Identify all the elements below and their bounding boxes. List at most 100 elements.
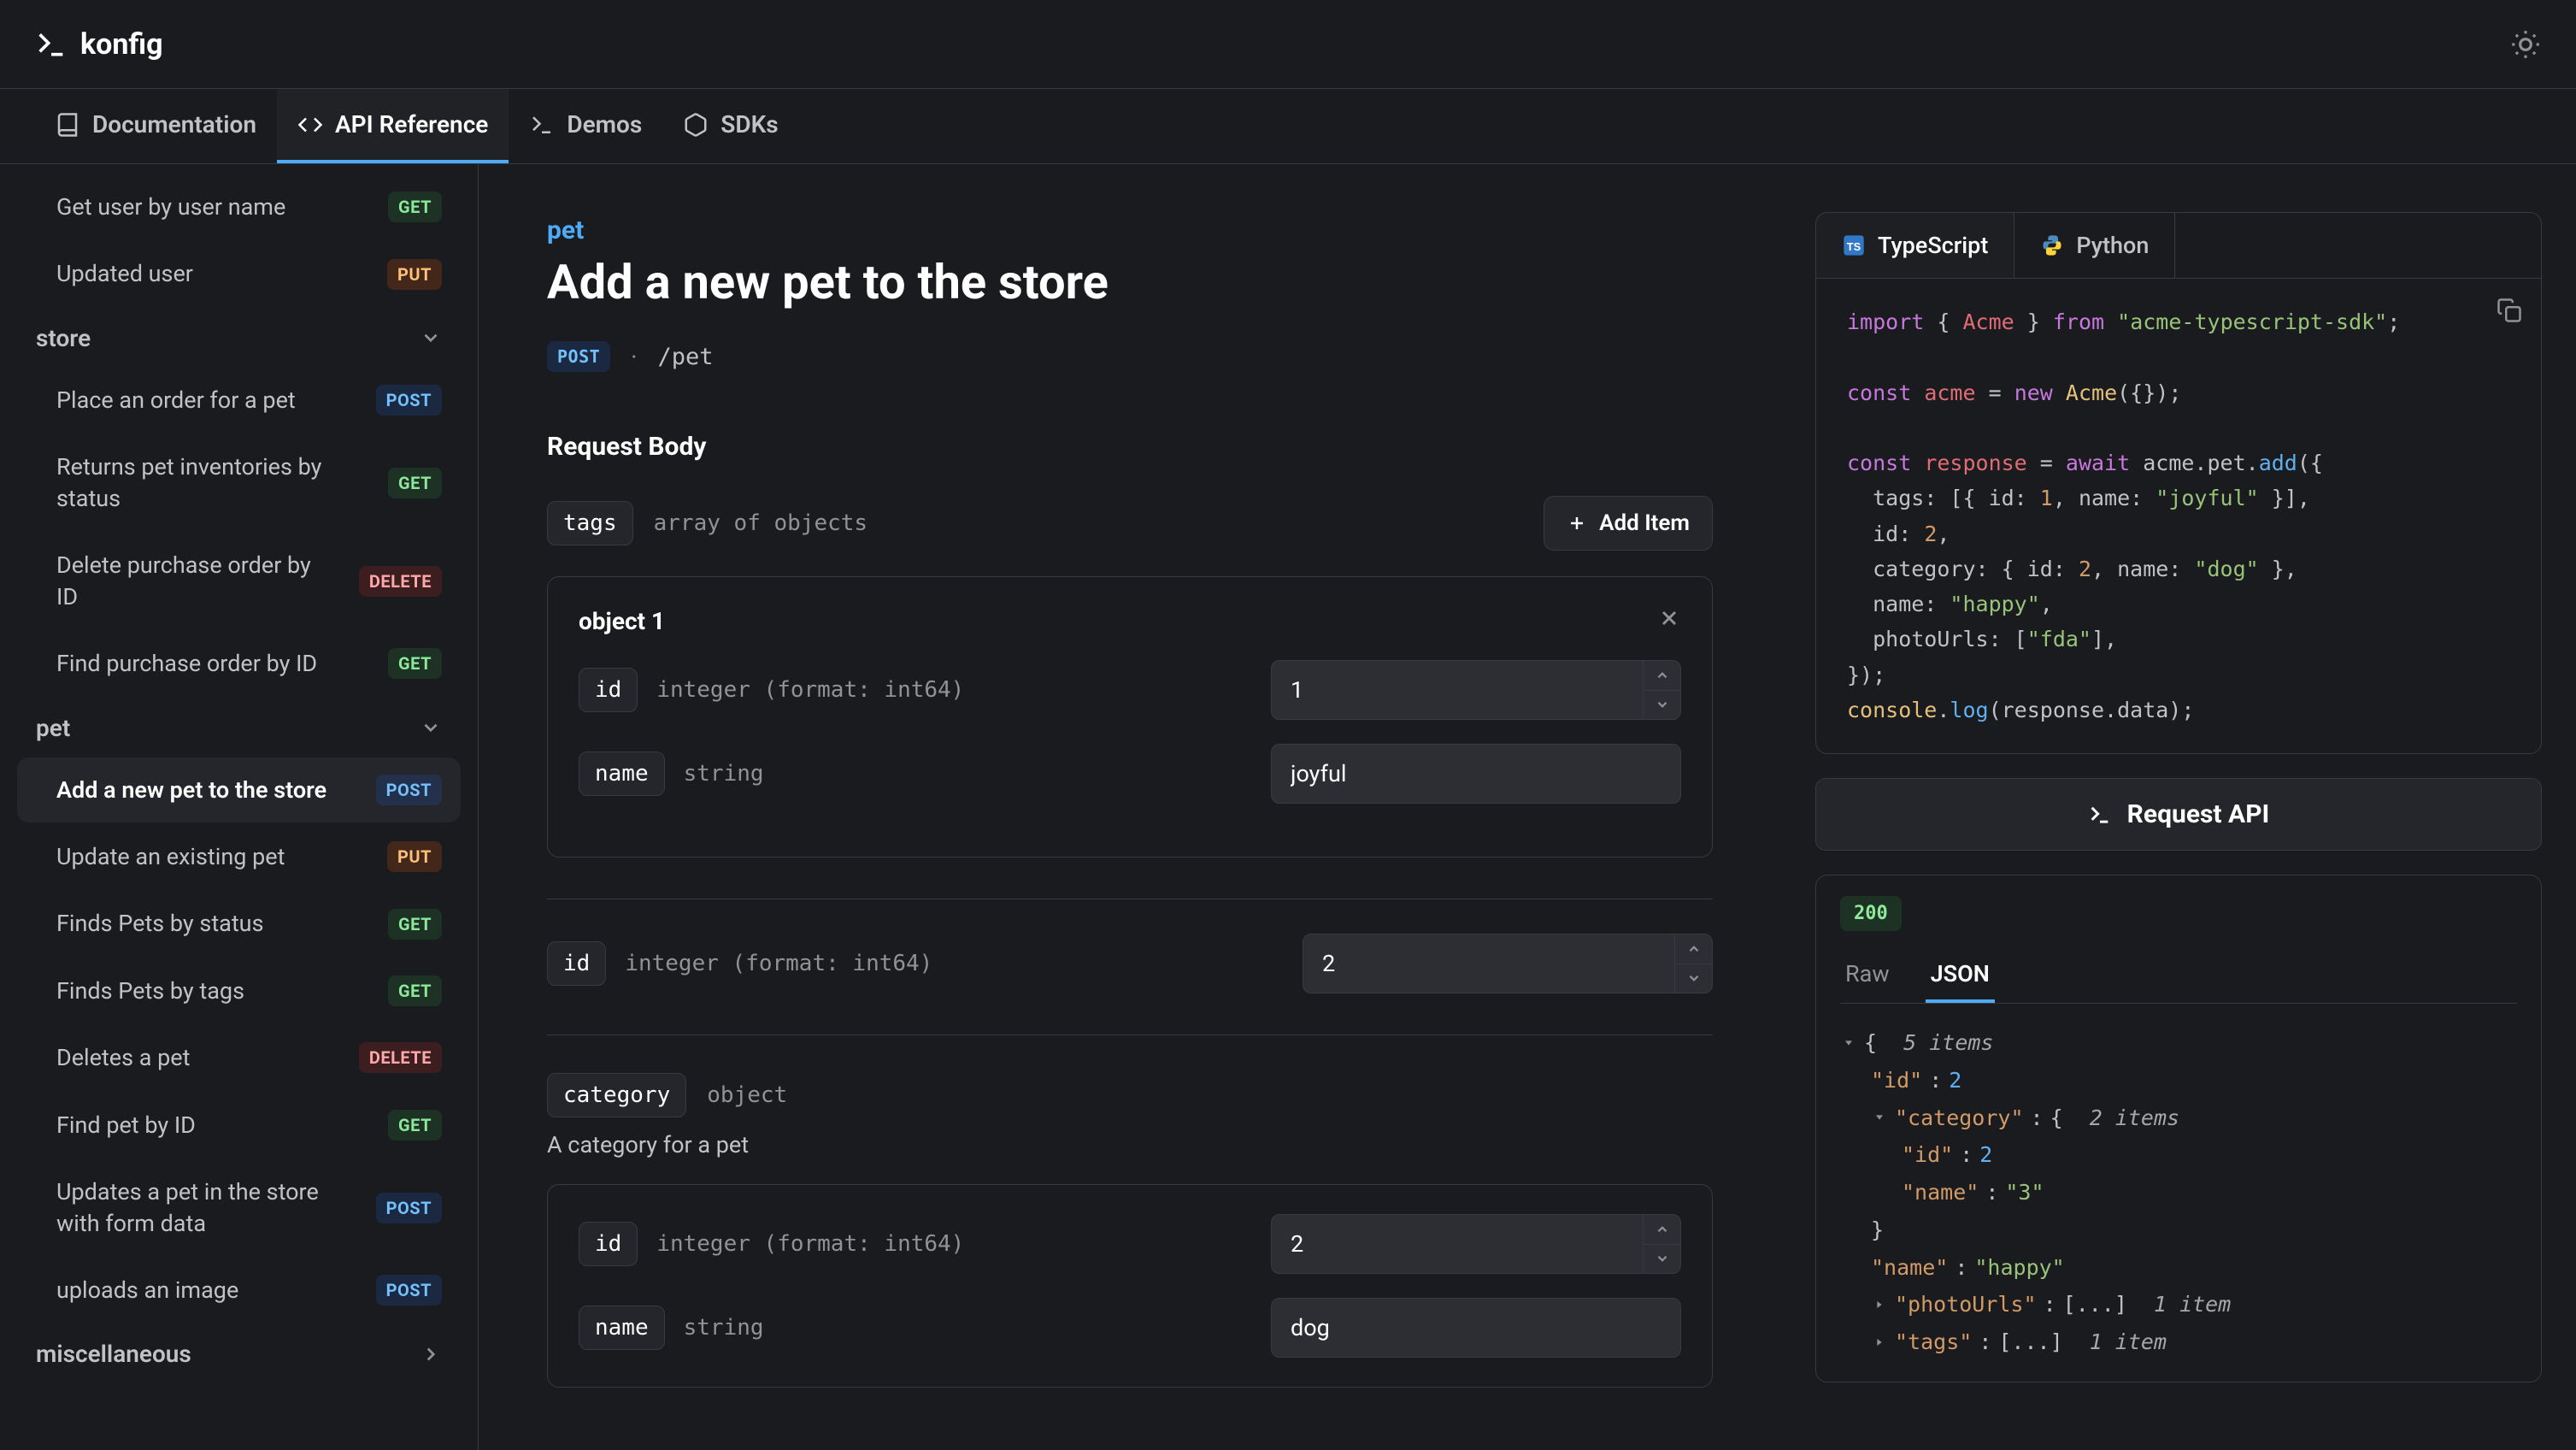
json-row[interactable]: "id" : 2 — [1840, 1136, 2517, 1174]
text-input[interactable] — [1272, 1299, 1680, 1357]
json-row[interactable]: "id" : 2 — [1840, 1062, 2517, 1099]
copy-button[interactable] — [2497, 298, 2522, 333]
param-name: name — [579, 1306, 665, 1350]
sidebar-item-add-pet[interactable]: Add a new pet to the store POST — [17, 757, 461, 822]
step-down[interactable] — [1675, 964, 1712, 993]
sidebar-item[interactable]: Returns pet inventories by status GET — [17, 434, 461, 531]
json-row[interactable]: "tags" : [...] 1 item — [1840, 1323, 2517, 1361]
number-input[interactable] — [1272, 661, 1643, 719]
sidebar-group-store[interactable]: store — [17, 309, 461, 368]
step-up[interactable] — [1644, 1215, 1680, 1245]
json-row[interactable]: { 5 items — [1840, 1024, 2517, 1062]
add-item-button[interactable]: Add Item — [1544, 496, 1713, 551]
sidebar-item-label: Get user by user name — [56, 192, 371, 222]
param-type: integer (format: int64) — [656, 677, 964, 703]
param-type: string — [684, 761, 764, 787]
json-row: } — [1840, 1211, 2517, 1249]
root-id-input[interactable] — [1303, 934, 1713, 993]
lang-tabs: TS TypeScript Python — [1816, 213, 2541, 279]
number-input[interactable] — [1272, 1215, 1643, 1273]
sidebar-item[interactable]: Delete purchase order by ID DELETE — [17, 533, 461, 629]
terminal-icon — [529, 112, 555, 138]
step-down[interactable] — [1644, 691, 1680, 720]
brand-logo[interactable]: konfig — [34, 27, 163, 62]
sidebar-item[interactable]: Place an order for a pet POST — [17, 368, 461, 433]
json-row[interactable]: "category" : { 2 items — [1840, 1099, 2517, 1137]
sidebar-item-label: Place an order for a pet — [56, 385, 359, 416]
step-down[interactable] — [1644, 1245, 1680, 1274]
sidebar-item[interactable]: Updates a pet in the store with form dat… — [17, 1159, 461, 1256]
tab-python[interactable]: Python — [2014, 213, 2175, 278]
tab-raw[interactable]: Raw — [1840, 948, 1895, 1003]
button-label: Add Item — [1599, 510, 1690, 536]
param-name: tags — [547, 501, 633, 545]
theme-toggle[interactable] — [2509, 28, 2542, 61]
section-request-body: Request Body — [547, 432, 1713, 462]
code-card: TS TypeScript Python import { Acme } fro… — [1815, 212, 2542, 754]
tab-json[interactable]: JSON — [1926, 948, 1995, 1003]
nav-api-reference[interactable]: API Reference — [277, 89, 509, 163]
button-label: Request API — [2127, 799, 2270, 829]
chevron-up-icon — [1655, 668, 1670, 683]
chevron-down-icon — [420, 327, 442, 349]
number-input[interactable] — [1303, 934, 1674, 993]
nav-label: Documentation — [92, 110, 256, 139]
breadcrumb[interactable]: pet — [547, 215, 1713, 245]
method-badge: POST — [547, 341, 610, 372]
sidebar-item[interactable]: Find purchase order by ID GET — [17, 631, 461, 696]
method-badge: GET — [388, 976, 442, 1006]
close-button[interactable] — [1657, 606, 1681, 636]
tab-typescript[interactable]: TS TypeScript — [1816, 213, 2014, 278]
sidebar-item-label: Update an existing pet — [56, 841, 370, 872]
sidebar-item[interactable]: Get user by user name GET — [17, 174, 461, 239]
sun-icon — [2509, 28, 2542, 61]
param-description: A category for a pet — [547, 1131, 1713, 1158]
cat-id-input[interactable] — [1271, 1214, 1681, 1274]
step-up[interactable] — [1675, 934, 1712, 964]
param-name: id — [579, 1222, 638, 1266]
field-root-id: id integer (format: int64) — [547, 934, 1713, 993]
cat-name-input[interactable] — [1271, 1298, 1681, 1358]
id-input[interactable] — [1271, 660, 1681, 720]
sidebar-item[interactable]: Find pet by ID GET — [17, 1093, 461, 1158]
terminal-icon — [2088, 803, 2112, 827]
sidebar-item[interactable]: Update an existing pet PUT — [17, 824, 461, 889]
field-id: id integer (format: int64) — [579, 660, 1681, 720]
caret-down-icon — [1873, 1111, 1886, 1124]
nav-sdks[interactable]: SDKs — [662, 89, 798, 163]
svg-text:TS: TS — [1847, 240, 1861, 253]
json-row[interactable]: "photoUrls" : [...] 1 item — [1840, 1286, 2517, 1323]
sidebar-group-pet[interactable]: pet — [17, 698, 461, 757]
json-row[interactable]: "name" : "3" — [1840, 1174, 2517, 1211]
sidebar-item[interactable]: Deletes a pet DELETE — [17, 1025, 461, 1090]
field-cat-id: id integer (format: int64) — [579, 1214, 1681, 1274]
nav-demos[interactable]: Demos — [509, 89, 662, 163]
sidebar-item-label: Finds Pets by tags — [56, 976, 371, 1006]
param-type: integer (format: int64) — [656, 1231, 964, 1257]
code-body: import { Acme } from "acme-typescript-sd… — [1816, 279, 2541, 753]
param-name: id — [547, 941, 606, 986]
json-row[interactable]: "name" : "happy" — [1840, 1249, 2517, 1287]
param-type: array of objects — [654, 510, 867, 536]
step-up[interactable] — [1644, 661, 1680, 691]
sidebar-item[interactable]: Updated user PUT — [17, 241, 461, 306]
sidebar-item-label: Updated user — [56, 258, 370, 289]
sidebar-group-label: store — [36, 324, 91, 352]
json-tree: { 5 items "id" : 2 "category" : { 2 item… — [1840, 1024, 2517, 1361]
method-badge: PUT — [387, 841, 442, 872]
tab-label: TypeScript — [1878, 232, 1988, 259]
sidebar-item[interactable]: Finds Pets by tags GET — [17, 958, 461, 1023]
sidebar-item-label: Returns pet inventories by status — [56, 451, 371, 514]
name-input[interactable] — [1271, 744, 1681, 804]
sidebar-item[interactable]: uploads an image POST — [17, 1258, 461, 1323]
sidebar-item-label: Deletes a pet — [56, 1042, 342, 1073]
sidebar-group-label: miscellaneous — [36, 1340, 191, 1368]
text-input[interactable] — [1272, 745, 1680, 803]
sidebar-item[interactable]: Finds Pets by status GET — [17, 891, 461, 956]
request-api-button[interactable]: Request API — [1815, 778, 2542, 851]
category-card: id integer (format: int64) name s — [547, 1184, 1713, 1388]
sidebar-group-misc[interactable]: miscellaneous — [17, 1324, 461, 1383]
nav-documentation[interactable]: Documentation — [34, 89, 277, 163]
plus-icon — [1567, 513, 1587, 533]
sidebar-item-label: Finds Pets by status — [56, 908, 371, 939]
